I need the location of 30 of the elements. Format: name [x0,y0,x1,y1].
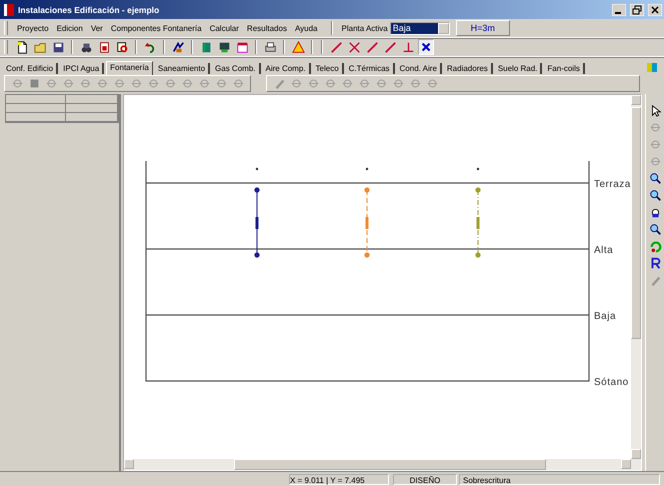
active-floor-dropdown[interactable]: Baja [390,22,450,34]
tab[interactable]: C.Térmicas [346,63,395,74]
menu-item[interactable]: Proyecto [14,24,52,32]
tab[interactable]: Conf. Edificio [3,63,58,74]
tab[interactable]: Radiadores [444,63,493,74]
menu-item[interactable]: Calcular [206,24,242,32]
menu-item[interactable]: Edicion [54,24,86,32]
menu-item[interactable]: Resultados [244,24,290,32]
tab[interactable]: Gas Comb. [212,63,260,74]
window-title: Instalaciones Edificación - ejemplo [18,4,160,14]
overwrite-indicator: Sobrescritura [459,474,660,484]
menu-item[interactable]: Componentes Fontanería [108,24,205,32]
mode-indicator: DISEÑO [393,474,457,484]
tab[interactable]: Fan-coils [544,63,585,74]
tab[interactable]: Suelo Rad. [494,63,542,74]
floor-label: Alta [594,245,614,256]
active-floor-label: Planta Activa [342,24,388,32]
tab[interactable]: Teleco [312,63,344,74]
menu-item[interactable]: Ayuda [292,24,320,32]
tab[interactable]: Fontanería [106,61,153,75]
floor-label: Sótano [594,377,629,388]
menu-item[interactable]: Ver [88,24,106,32]
floor-height-button[interactable]: H=3m [456,20,510,36]
tab[interactable]: Cond. Aire [396,63,442,74]
floor-label: Terraza [594,179,631,190]
tab[interactable]: IPCI Agua [60,63,104,74]
floor-label: Baja [594,311,616,322]
coordinates-readout: X = 9.011 | Y = 7.495 [289,474,389,484]
tab[interactable]: Aire Comp. [262,63,311,74]
tab[interactable]: Saneamiento [154,63,210,74]
